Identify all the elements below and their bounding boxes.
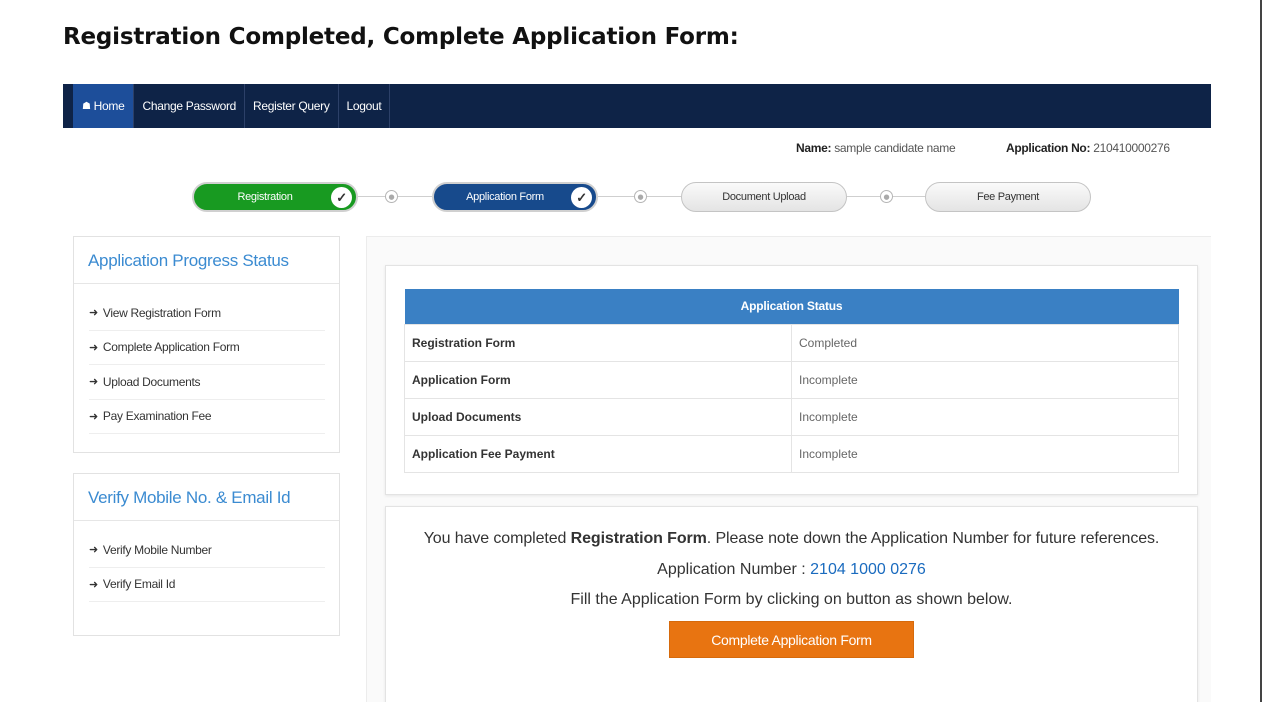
arrow-right-icon: ➜	[89, 578, 98, 591]
top-navbar: ☗ Home Change Password Register Query Lo…	[63, 84, 1211, 128]
home-icon: ☗	[82, 100, 91, 112]
link-complete-application-form[interactable]: ➜ Complete Application Form	[89, 331, 325, 365]
link-view-registration-form[interactable]: ➜ View Registration Form	[89, 296, 325, 331]
row-label: Upload Documents	[404, 397, 792, 436]
link-label: Verify Mobile Number	[102, 542, 212, 557]
table-row: Application Fee Payment Incomplete	[404, 434, 1179, 473]
link-label: Complete Application Form	[102, 340, 240, 355]
row-status: Completed	[791, 323, 1179, 362]
completion-message: You have completed Registration Form. Pl…	[386, 507, 1197, 551]
application-number: Application No: 210410000276	[1006, 141, 1170, 155]
arrow-right-icon: ➜	[89, 410, 98, 423]
nav-home-label: Home	[93, 99, 125, 113]
step-fee-payment[interactable]: Fee Payment	[925, 182, 1091, 212]
nav-register-query[interactable]: Register Query	[245, 84, 339, 128]
table-row: Registration Form Completed	[404, 323, 1179, 362]
row-label: Registration Form	[404, 323, 792, 362]
step-connector-dot: ●	[385, 190, 398, 203]
application-number-line: Application Number : 2104 1000 0276	[386, 561, 1197, 579]
verify-heading: Verify Mobile No. & Email Id	[74, 474, 339, 521]
step-application-form[interactable]: Application Form ✓	[432, 182, 598, 212]
table-row: Upload Documents Incomplete	[404, 397, 1179, 436]
arrow-right-icon: ➜	[89, 307, 98, 320]
row-label: Application Form	[404, 360, 792, 399]
link-verify-email[interactable]: ➜ Verify Email Id	[89, 568, 325, 602]
step-document-upload-label: Document Upload	[722, 191, 806, 203]
verify-panel: Verify Mobile No. & Email Id ➜ Verify Mo…	[73, 473, 340, 636]
link-label: Pay Examination Fee	[102, 409, 212, 424]
link-label: Verify Email Id	[102, 577, 176, 592]
message-text: You have completed	[423, 530, 571, 547]
link-verify-mobile[interactable]: ➜ Verify Mobile Number	[89, 533, 325, 568]
row-label: Application Fee Payment	[404, 434, 792, 473]
table-header: Application Status	[404, 289, 1179, 324]
link-upload-documents[interactable]: ➜ Upload Documents	[89, 365, 325, 400]
step-fee-payment-label: Fee Payment	[976, 191, 1040, 203]
link-label: View Registration Form	[102, 305, 221, 320]
complete-application-form-button[interactable]: Complete Application Form	[669, 621, 914, 658]
candidate-name-value: sample candidate name	[834, 141, 956, 155]
step-document-upload[interactable]: Document Upload	[681, 182, 847, 212]
table-row: Application Form Incomplete	[404, 360, 1179, 399]
link-label: Upload Documents	[102, 374, 201, 389]
page-title: Registration Completed, Complete Applica…	[63, 24, 739, 50]
application-status-table: Application Status Registration Form Com…	[404, 289, 1179, 473]
step-registration[interactable]: Registration ✓	[192, 182, 358, 212]
application-number-value: 2104 1000 0276	[810, 561, 926, 578]
progress-status-panel: Application Progress Status ➜ View Regis…	[73, 236, 340, 453]
row-status: Incomplete	[791, 360, 1179, 399]
check-icon: ✓	[331, 187, 352, 208]
row-status: Incomplete	[791, 434, 1179, 473]
nav-change-password[interactable]: Change Password	[134, 84, 246, 128]
link-pay-examination-fee[interactable]: ➜ Pay Examination Fee	[89, 400, 325, 434]
application-number-label: Application No:	[1006, 141, 1091, 155]
fill-instruction: Fill the Application Form by clicking on…	[570, 591, 1013, 608]
row-status: Incomplete	[791, 397, 1179, 436]
completion-message-card: You have completed Registration Form. Pl…	[385, 506, 1198, 702]
arrow-right-icon: ➜	[89, 341, 98, 354]
candidate-name-label: Name:	[796, 141, 832, 155]
application-number-value: 210410000276	[1093, 141, 1170, 155]
step-connector-dot: ●	[634, 190, 647, 203]
step-connector-dot: ●	[880, 190, 893, 203]
message-text: . Please note down the Application Numbe…	[706, 530, 1160, 547]
arrow-right-icon: ➜	[89, 544, 98, 557]
progress-status-heading: Application Progress Status	[74, 237, 339, 284]
arrow-right-icon: ➜	[89, 376, 98, 389]
check-icon: ✓	[571, 187, 592, 208]
nav-logout[interactable]: Logout	[339, 84, 391, 128]
step-progress: ● ● ● Registration ✓ Application Form ✓ …	[0, 182, 1264, 212]
message-bold: Registration Form	[570, 530, 707, 547]
divider	[1260, 0, 1262, 702]
nav-home[interactable]: ☗ Home	[73, 84, 135, 128]
application-number-label: Application Number :	[657, 561, 811, 578]
candidate-name: Name: sample candidate name	[796, 141, 956, 155]
